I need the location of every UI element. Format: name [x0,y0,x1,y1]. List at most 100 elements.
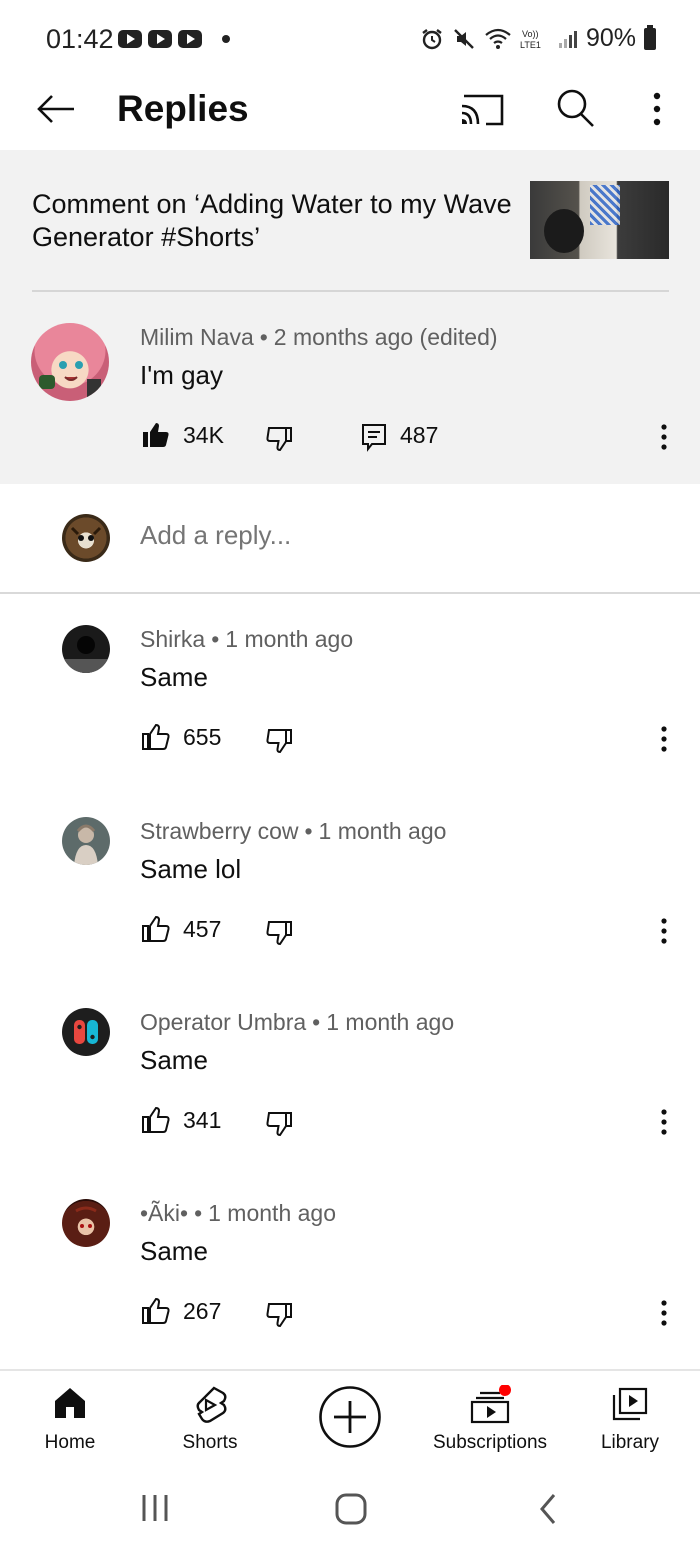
like-count: 341 [183,1107,222,1133]
page-title: Replies [117,88,249,129]
nav-home-label: Home [44,1432,96,1453]
nav-library[interactable]: Library [580,1371,680,1467]
comment-meta: Milim Nava • 2 months ago (edited) [140,324,498,350]
like-count: 655 [183,724,222,750]
like-count: 267 [183,1298,222,1324]
comment-meta: Operator Umbra • 1 month ago [140,1009,455,1035]
svg-text:LTE1: LTE1 [520,40,541,50]
youtube-notification-icon [148,30,172,48]
comment-meta: Strawberry cow • 1 month ago [140,818,447,844]
youtube-notification-icon [118,30,142,48]
comment-actions: 457 [140,914,680,954]
comment-author[interactable]: Strawberry cow [140,818,298,844]
parent-comment: Milim Nava • 2 months ago (edited) I'm gay… [0,292,700,484]
nav-shorts-label: Shorts [182,1432,238,1453]
status-bar: 01:42 Vo)) LTE1 90% [0,0,700,78]
current-user-avatar [62,514,110,562]
home-icon [55,1388,85,1418]
like-count: 457 [183,916,222,942]
avatar[interactable] [62,817,110,865]
thumbs-up-filled-icon[interactable] [140,420,170,450]
comment-author[interactable]: Shirka [140,626,205,652]
nav-create[interactable] [305,1371,395,1467]
library-icon [612,1387,648,1421]
nav-subscriptions[interactable]: Subscriptions [425,1371,555,1467]
volte-lte-icon: Vo))LTE1 [520,29,541,50]
status-time: 01:42 [46,24,114,54]
cast-icon[interactable] [456,84,508,134]
thumbs-up-icon[interactable] [140,722,170,752]
video-context-banner[interactable]: Comment on ‘Adding Water to my Wave Gene… [0,150,700,292]
avatar[interactable] [31,323,109,401]
thumbs-down-icon[interactable] [265,424,295,454]
system-back-icon[interactable] [534,1491,562,1527]
comment-actions: 341 [140,1105,680,1145]
comment-more-icon[interactable] [654,722,674,756]
comment-meta: •Ãki• • 1 month ago [140,1200,336,1226]
app-header: Replies [0,78,700,150]
comment-time: 1 month ago [225,626,354,652]
add-reply-input[interactable] [140,520,640,551]
comment-author[interactable]: •Ãki• [140,1200,188,1226]
comment-text: Same [140,1236,208,1266]
video-thumbnail[interactable] [530,181,669,259]
mute-icon [454,28,474,49]
comment-actions: 34K 487 [140,420,680,460]
comment-actions: 655 [140,722,680,762]
thumbs-down-icon[interactable] [265,1300,295,1330]
notification-dot-icon [499,1385,511,1396]
comment-text: Same lol [140,854,242,884]
comment-actions: 267 [140,1296,680,1336]
back-arrow-icon[interactable] [30,84,80,134]
thumbs-down-icon[interactable] [265,918,295,948]
home-button-icon[interactable] [333,1491,369,1527]
avatar[interactable] [62,1008,110,1056]
thumbs-down-icon[interactable] [265,726,295,756]
comment-more-icon[interactable] [654,1296,674,1330]
status-notification-icons [118,30,230,48]
alarm-icon [422,28,442,49]
comment-more-icon[interactable] [654,420,674,454]
reply-item: Shirka • 1 month ago Same 655 [0,594,700,784]
signal-icon [558,30,577,48]
thumbs-up-icon[interactable] [140,1296,170,1326]
video-context-title: Comment on ‘Adding Water to my Wave Gene… [32,189,512,252]
comment-author[interactable]: Operator Umbra [140,1009,306,1035]
reply-item: Operator Umbra • 1 month ago Same 341 [0,977,700,1167]
shorts-icon [196,1386,227,1423]
reply-comment-icon[interactable] [360,422,388,452]
more-options-icon[interactable] [640,84,674,134]
status-system-icons: Vo)) LTE1 90% [420,24,656,53]
reply-item: Strawberry cow • 1 month ago Same lol 457 [0,786,700,976]
like-count: 34K [183,422,224,448]
battery-percent: 90% [585,24,636,52]
thumbs-down-icon[interactable] [265,1109,295,1139]
comment-more-icon[interactable] [654,914,674,948]
comment-time: 1 month ago [326,1009,455,1035]
youtube-notification-icon [178,30,202,48]
create-plus-icon [319,1386,381,1448]
thumbs-up-icon[interactable] [140,1105,170,1135]
nav-subscriptions-label: Subscriptions [432,1432,548,1453]
subscriptions-icon [470,1385,511,1424]
comment-text: Same [140,1045,208,1075]
thumbs-up-icon[interactable] [140,914,170,944]
avatar[interactable] [62,625,110,673]
reply-item: •Ãki• • 1 month ago Same 267 [0,1168,700,1358]
battery-icon [644,24,656,50]
comment-time: 2 months ago (edited) [273,324,498,350]
avatar[interactable] [62,1199,110,1247]
comment-time: 1 month ago [208,1200,336,1226]
add-reply-row [0,484,700,594]
nav-shorts[interactable]: Shorts [160,1371,260,1467]
comment-more-icon[interactable] [654,1105,674,1139]
recent-apps-icon[interactable] [138,1491,172,1525]
reply-count: 487 [400,422,439,448]
bottom-navigation: Home Shorts Subscriptions Library [0,1369,700,1465]
search-icon[interactable] [550,82,602,134]
comment-author[interactable]: Milim Nava [140,324,254,350]
system-navigation-bar [0,1465,700,1556]
svg-text:Vo)): Vo)) [522,29,539,39]
nav-library-label: Library [600,1432,660,1453]
nav-home[interactable]: Home [20,1371,120,1467]
